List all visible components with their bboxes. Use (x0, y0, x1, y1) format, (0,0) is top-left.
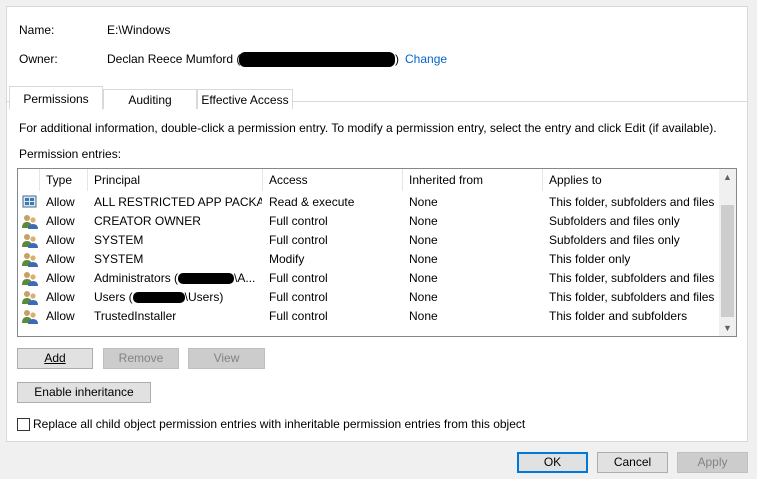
row-inherited: None (409, 309, 438, 323)
app-package-icon (22, 195, 38, 210)
row-applies: This folder only (549, 252, 631, 266)
row-access: Full control (269, 271, 328, 285)
row-applies: Subfolders and files only (549, 214, 680, 228)
name-label: Name: (19, 23, 55, 37)
row-applies: Subfolders and files only (549, 233, 680, 247)
table-row[interactable]: Allow SYSTEM Full control None Subfolders an… (18, 231, 718, 250)
tab-effective-access[interactable]: Effective Access (197, 89, 293, 109)
header-principal[interactable]: Principal (88, 169, 263, 191)
add-button[interactable]: Add (17, 348, 93, 369)
principal-redaction (132, 292, 185, 304)
header-icon-col (18, 169, 40, 191)
row-principal: Users ( \Users) (94, 288, 262, 307)
row-inherited: None (409, 195, 438, 209)
remove-button[interactable]: Remove (103, 348, 179, 369)
entries-label: Permission entries: (19, 147, 122, 161)
table-row[interactable]: Allow Users ( \Users) Full control None This … (18, 288, 718, 307)
row-type: Allow (46, 309, 75, 323)
row-applies: This folder, subfolders and files (549, 271, 715, 285)
row-principal: SYSTEM (94, 252, 144, 266)
row-inherited: None (409, 233, 438, 247)
header-access[interactable]: Access (263, 169, 403, 191)
scroll-thumb[interactable] (721, 205, 734, 317)
scroll-up-icon[interactable]: ▲ (719, 169, 736, 185)
row-type: Allow (46, 290, 75, 304)
row-applies: This folder, subfolders and files (549, 195, 715, 209)
row-access: Full control (269, 233, 328, 247)
row-access: Modify (269, 252, 305, 266)
replace-child-entries-label[interactable]: Replace all child object permission entr… (33, 417, 525, 431)
row-principal: Administrators ( \A... (94, 269, 262, 288)
row-principal: ALL RESTRICTED APP PACKA... (94, 195, 262, 209)
vertical-scrollbar[interactable]: ▲ ▼ (719, 169, 736, 336)
permission-entries-list[interactable]: Type Principal Access Inherited from App… (17, 168, 737, 337)
row-access: Full control (269, 214, 328, 228)
principal-name: Administrators ( (94, 271, 179, 285)
header-type[interactable]: Type (40, 169, 88, 191)
table-row[interactable]: Allow CREATOR OWNER Full control None Subfol… (18, 212, 718, 231)
owner-close-paren: ) (395, 52, 399, 66)
row-access: Read & execute (269, 195, 355, 209)
row-access: Full control (269, 309, 328, 323)
list-header: Type Principal Access Inherited from App… (18, 169, 718, 191)
scroll-down-icon[interactable]: ▼ (719, 320, 736, 336)
principal-name: Users ( (94, 290, 133, 304)
table-row[interactable]: Allow ALL RESTRICTED APP PACKA... Read & e… (18, 193, 718, 212)
principal-tail: \Users) (184, 290, 224, 304)
replace-child-entries-checkbox[interactable] (17, 418, 30, 431)
cancel-button[interactable]: Cancel (597, 452, 668, 473)
row-access: Full control (269, 290, 328, 304)
tab-auditing[interactable]: Auditing (103, 89, 197, 109)
add-button-label: Add (44, 351, 66, 365)
principal-redaction (178, 273, 235, 285)
table-row[interactable]: Allow Administrators ( \A... Full control No… (18, 269, 718, 288)
owner-label: Owner: (19, 52, 58, 66)
users-group-icon (22, 271, 38, 286)
row-principal: TrustedInstaller (94, 309, 177, 323)
row-type: Allow (46, 214, 75, 228)
info-text: For additional information, double-click… (19, 121, 717, 135)
tab-permissions[interactable]: Permissions (9, 86, 103, 110)
table-row[interactable]: Allow SYSTEM Modify None This folder only (18, 250, 718, 269)
row-inherited: None (409, 271, 438, 285)
users-group-icon (22, 233, 38, 248)
users-group-icon (22, 290, 38, 305)
row-type: Allow (46, 195, 75, 209)
principal-tail: \A... (234, 271, 256, 285)
row-principal: SYSTEM (94, 233, 144, 247)
users-group-icon (22, 214, 38, 229)
row-applies: This folder and subfolders (549, 309, 688, 323)
owner-redaction (239, 52, 395, 67)
permissions-panel: Name: E:\Windows Owner: Declan Reece Mum… (6, 6, 748, 442)
row-type: Allow (46, 271, 75, 285)
change-owner-link[interactable]: Change (405, 52, 447, 66)
row-inherited: None (409, 252, 438, 266)
apply-button[interactable]: Apply (677, 452, 748, 473)
ok-button[interactable]: OK (517, 452, 588, 473)
row-inherited: None (409, 290, 438, 304)
header-applies-to[interactable]: Applies to (543, 169, 720, 191)
table-row[interactable]: Allow TrustedInstaller Full control None Thi… (18, 307, 718, 326)
header-inherited-from[interactable]: Inherited from (403, 169, 543, 191)
row-inherited: None (409, 214, 438, 228)
view-button[interactable]: View (188, 348, 265, 369)
row-type: Allow (46, 252, 75, 266)
users-group-icon (22, 309, 38, 324)
name-value: E:\Windows (107, 23, 171, 37)
users-group-icon (22, 252, 38, 267)
row-principal: CREATOR OWNER (94, 214, 201, 228)
row-type: Allow (46, 233, 75, 247)
owner-value: Declan Reece Mumford ( (107, 52, 241, 66)
row-applies: This folder, subfolders and files (549, 290, 715, 304)
enable-inheritance-button[interactable]: Enable inheritance (17, 382, 151, 403)
